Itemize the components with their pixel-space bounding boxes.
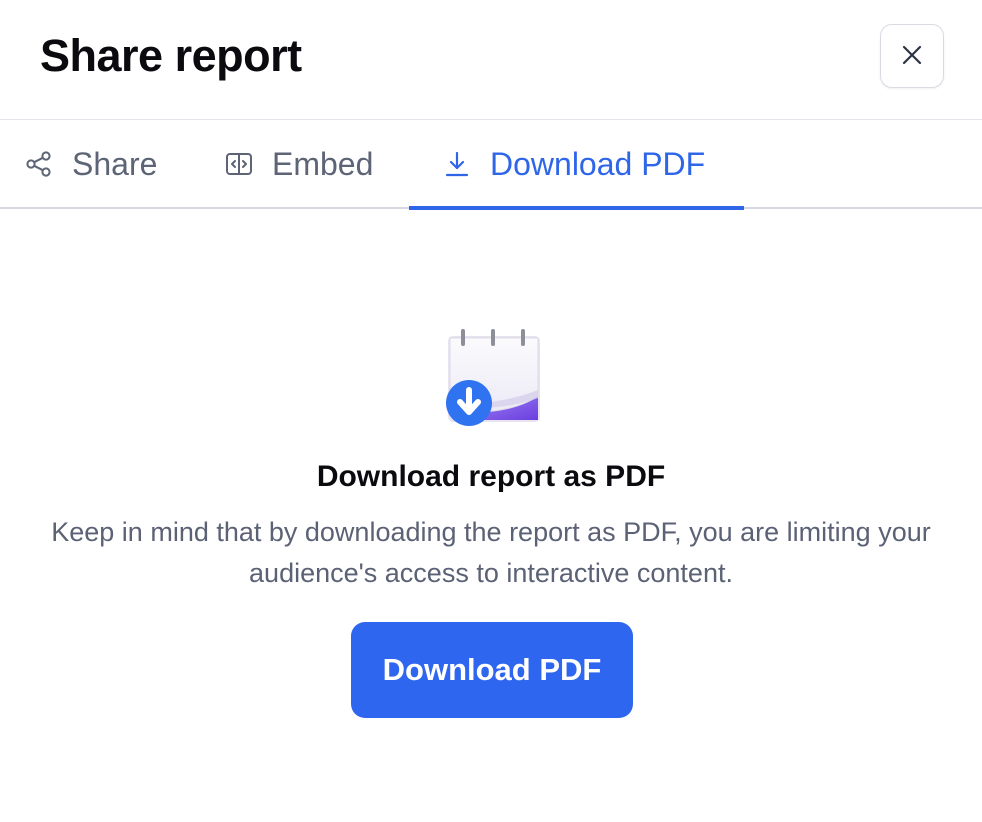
close-button[interactable]: [880, 24, 944, 88]
download-pdf-button[interactable]: Download PDF: [351, 622, 633, 718]
dialog-title: Share report: [40, 30, 302, 81]
notepad-download-icon: [444, 326, 544, 426]
tab-embed-label: Embed: [272, 145, 374, 182]
dialog-header: Share report: [0, 0, 982, 120]
share-icon: [24, 149, 54, 179]
close-icon: [901, 44, 923, 69]
tab-bar: Share Embed Download PDF: [0, 120, 982, 210]
download-panel: Download report as PDF Keep in mind that…: [0, 210, 982, 822]
tab-share[interactable]: Share: [24, 120, 157, 208]
download-icon: [442, 149, 472, 179]
tab-embed[interactable]: Embed: [224, 120, 373, 208]
panel-description: Keep in mind that by downloading the rep…: [51, 517, 931, 588]
tab-download-pdf-label: Download PDF: [490, 145, 706, 182]
tab-download-pdf[interactable]: Download PDF: [409, 120, 744, 210]
panel-heading: Download report as PDF: [316, 460, 666, 493]
tab-share-label: Share: [72, 145, 158, 182]
embed-icon: [224, 149, 254, 179]
